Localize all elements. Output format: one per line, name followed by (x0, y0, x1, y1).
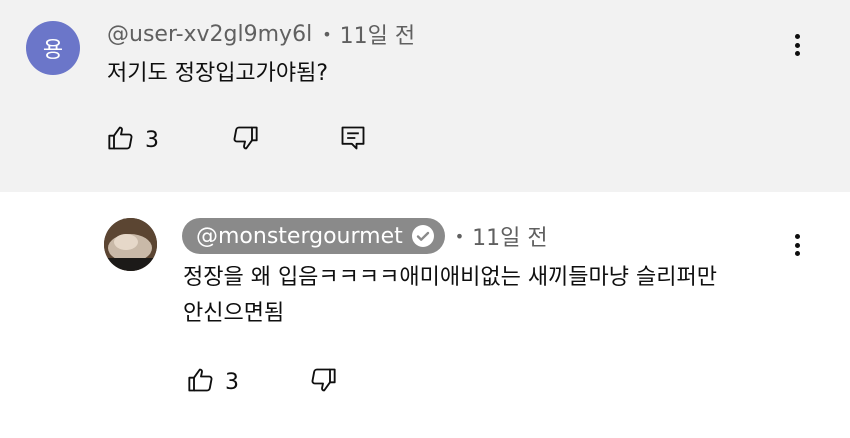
comment-text-line: 안신으면됨 (183, 301, 285, 326)
comment-text-line: 정장을 왜 입음ㅋㅋㅋㅋ애미애비없는 새끼들마냥 슬리퍼만 (183, 265, 717, 290)
reply-button[interactable] (339, 124, 367, 156)
comment-author-handle: @monstergourmet (196, 223, 403, 249)
meta-separator: • (454, 226, 465, 246)
thumbs-down-icon (309, 366, 337, 398)
like-count: 3 (145, 127, 159, 153)
like-button[interactable]: 3 (187, 366, 239, 398)
comment-text: 정장을 왜 입음ㅋㅋㅋㅋ애미애비없는 새끼들마냥 슬리퍼만 안신으면됨 (183, 260, 793, 332)
user-avatar[interactable]: 용 (26, 21, 80, 75)
thumbs-up-icon (187, 366, 215, 398)
like-button[interactable]: 3 (107, 124, 159, 156)
comment-timestamp[interactable]: 11일 전 (472, 220, 547, 252)
comment-timestamp[interactable]: 11일 전 (340, 18, 415, 50)
dislike-button[interactable] (309, 366, 337, 398)
comment-author-handle[interactable]: @user-xv2gl9my6l (107, 22, 312, 47)
comment-meta: @monstergourmet • 11일 전 (182, 218, 548, 254)
comment-text: 저기도 정장입고가야됨? (107, 61, 329, 86)
user-avatar[interactable] (104, 218, 157, 271)
verified-check-icon (411, 224, 435, 248)
like-count: 3 (225, 369, 239, 395)
reply-item: @monstergourmet • 11일 전 정장을 왜 입음ㅋㅋㅋㅋ애미애비… (0, 192, 850, 438)
reply-icon (339, 124, 367, 156)
comment-item: 용 @user-xv2gl9my6l • 11일 전 저기도 정장입고가야됨? … (0, 0, 850, 192)
thumbs-down-icon (231, 124, 259, 156)
dislike-button[interactable] (231, 124, 259, 156)
more-vert-icon[interactable] (787, 30, 807, 60)
avatar-letter: 용 (42, 38, 64, 63)
comment-meta: @user-xv2gl9my6l • 11일 전 (107, 18, 415, 50)
meta-separator: • (322, 24, 332, 44)
thumbs-up-icon (107, 124, 135, 156)
more-vert-icon[interactable] (787, 230, 807, 260)
creator-handle-badge[interactable]: @monstergourmet (182, 218, 445, 254)
